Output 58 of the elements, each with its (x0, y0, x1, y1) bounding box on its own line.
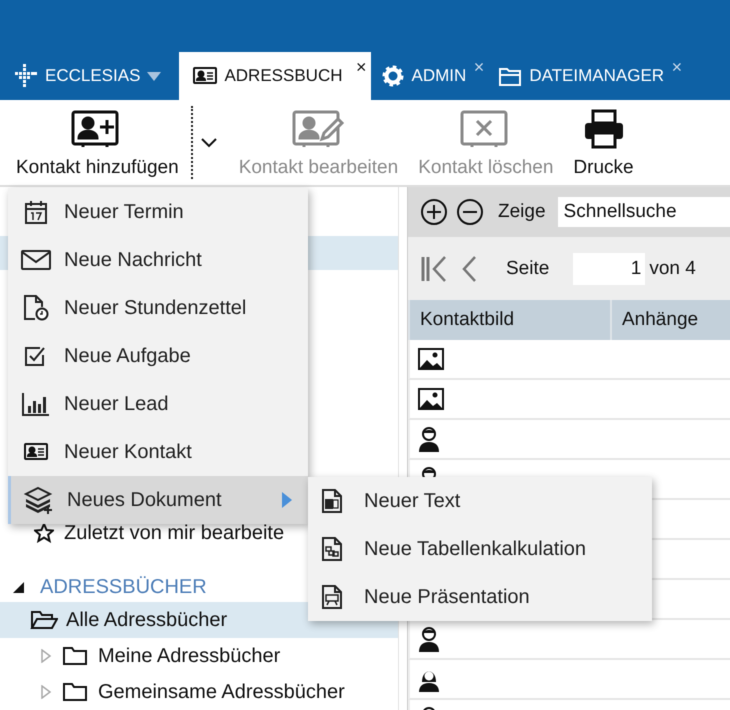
calendar-icon (24, 199, 48, 225)
close-button[interactable]: × (474, 58, 484, 76)
menu-item[interactable]: Neue Aufgabe (8, 332, 308, 380)
tab[interactable]: DATEIMANAGER × (498, 52, 686, 100)
layers-icon (24, 486, 54, 514)
document-clock-icon (23, 294, 49, 322)
page-label: Seite (506, 258, 550, 280)
menu-item[interactable]: Neuer Stundenzettel (8, 284, 308, 332)
menu-item[interactable]: Neue Tabellenkalkulation (308, 525, 652, 573)
folder-icon (30, 610, 58, 630)
printer-icon (584, 109, 624, 149)
folder-icon (498, 65, 522, 87)
dropdown-icon[interactable] (147, 72, 162, 80)
document-icon (321, 488, 343, 514)
menu-item[interactable]: Neuer Kontakt (8, 428, 308, 476)
envelope-icon (21, 249, 51, 271)
edit-contact-icon (292, 109, 344, 149)
close-button[interactable]: × (672, 58, 682, 76)
contact-card-icon (193, 66, 218, 86)
bar-chart-icon (22, 392, 50, 416)
toolbar-button[interactable]: Drucke (565, 100, 642, 185)
settings-icon (380, 64, 405, 88)
caret-icon (200, 138, 217, 148)
document-icon (321, 584, 343, 610)
image-icon (418, 348, 444, 370)
tree-item[interactable]: Gemeinsame Adressbücher (0, 674, 398, 710)
zoom-in-icon[interactable] (420, 198, 448, 226)
star-icon (34, 523, 54, 543)
first-page-icon[interactable] (420, 256, 448, 282)
logo-icon (12, 63, 38, 89)
page-field[interactable]: 1 (573, 252, 646, 284)
filter-label: Zeige (498, 201, 546, 223)
folder-icon (62, 682, 88, 702)
folder-icon (62, 646, 88, 666)
document-icon (321, 536, 343, 562)
tab[interactable]: ECCLESIAS (12, 52, 170, 100)
search-field[interactable]: Schnellsuche (558, 197, 730, 227)
menu-item[interactable]: Neuer Termin (8, 188, 308, 236)
tree-item[interactable]: Meine Adressbücher (0, 638, 398, 674)
zoom-out-icon[interactable] (456, 198, 484, 226)
menu-item[interactable]: Neues Dokument (8, 476, 308, 524)
contact-card-icon (24, 442, 48, 462)
toolbar-button[interactable]: Kontakt hinzufügen (8, 100, 187, 185)
person-icon (418, 626, 440, 652)
column-header[interactable]: Anhänge (610, 300, 698, 340)
menu-item[interactable]: Neuer Text (308, 477, 652, 525)
close-button[interactable]: × (356, 58, 367, 76)
expand-icon[interactable] (12, 581, 24, 593)
person-icon (418, 426, 440, 452)
tab[interactable]: ADMIN × (380, 52, 488, 100)
menu-item[interactable]: Neue Nachricht (8, 236, 308, 284)
previous-page-icon[interactable] (462, 256, 478, 282)
menu-item[interactable]: Neuer Lead (8, 380, 308, 428)
section-title[interactable]: ADRESSBÜCHER (40, 576, 207, 598)
image-icon (418, 388, 444, 410)
tab[interactable]: ADRESSBUCH × (179, 52, 371, 100)
column-header[interactable]: Kontaktbild (408, 300, 610, 340)
page-total: von 4 (649, 258, 696, 280)
